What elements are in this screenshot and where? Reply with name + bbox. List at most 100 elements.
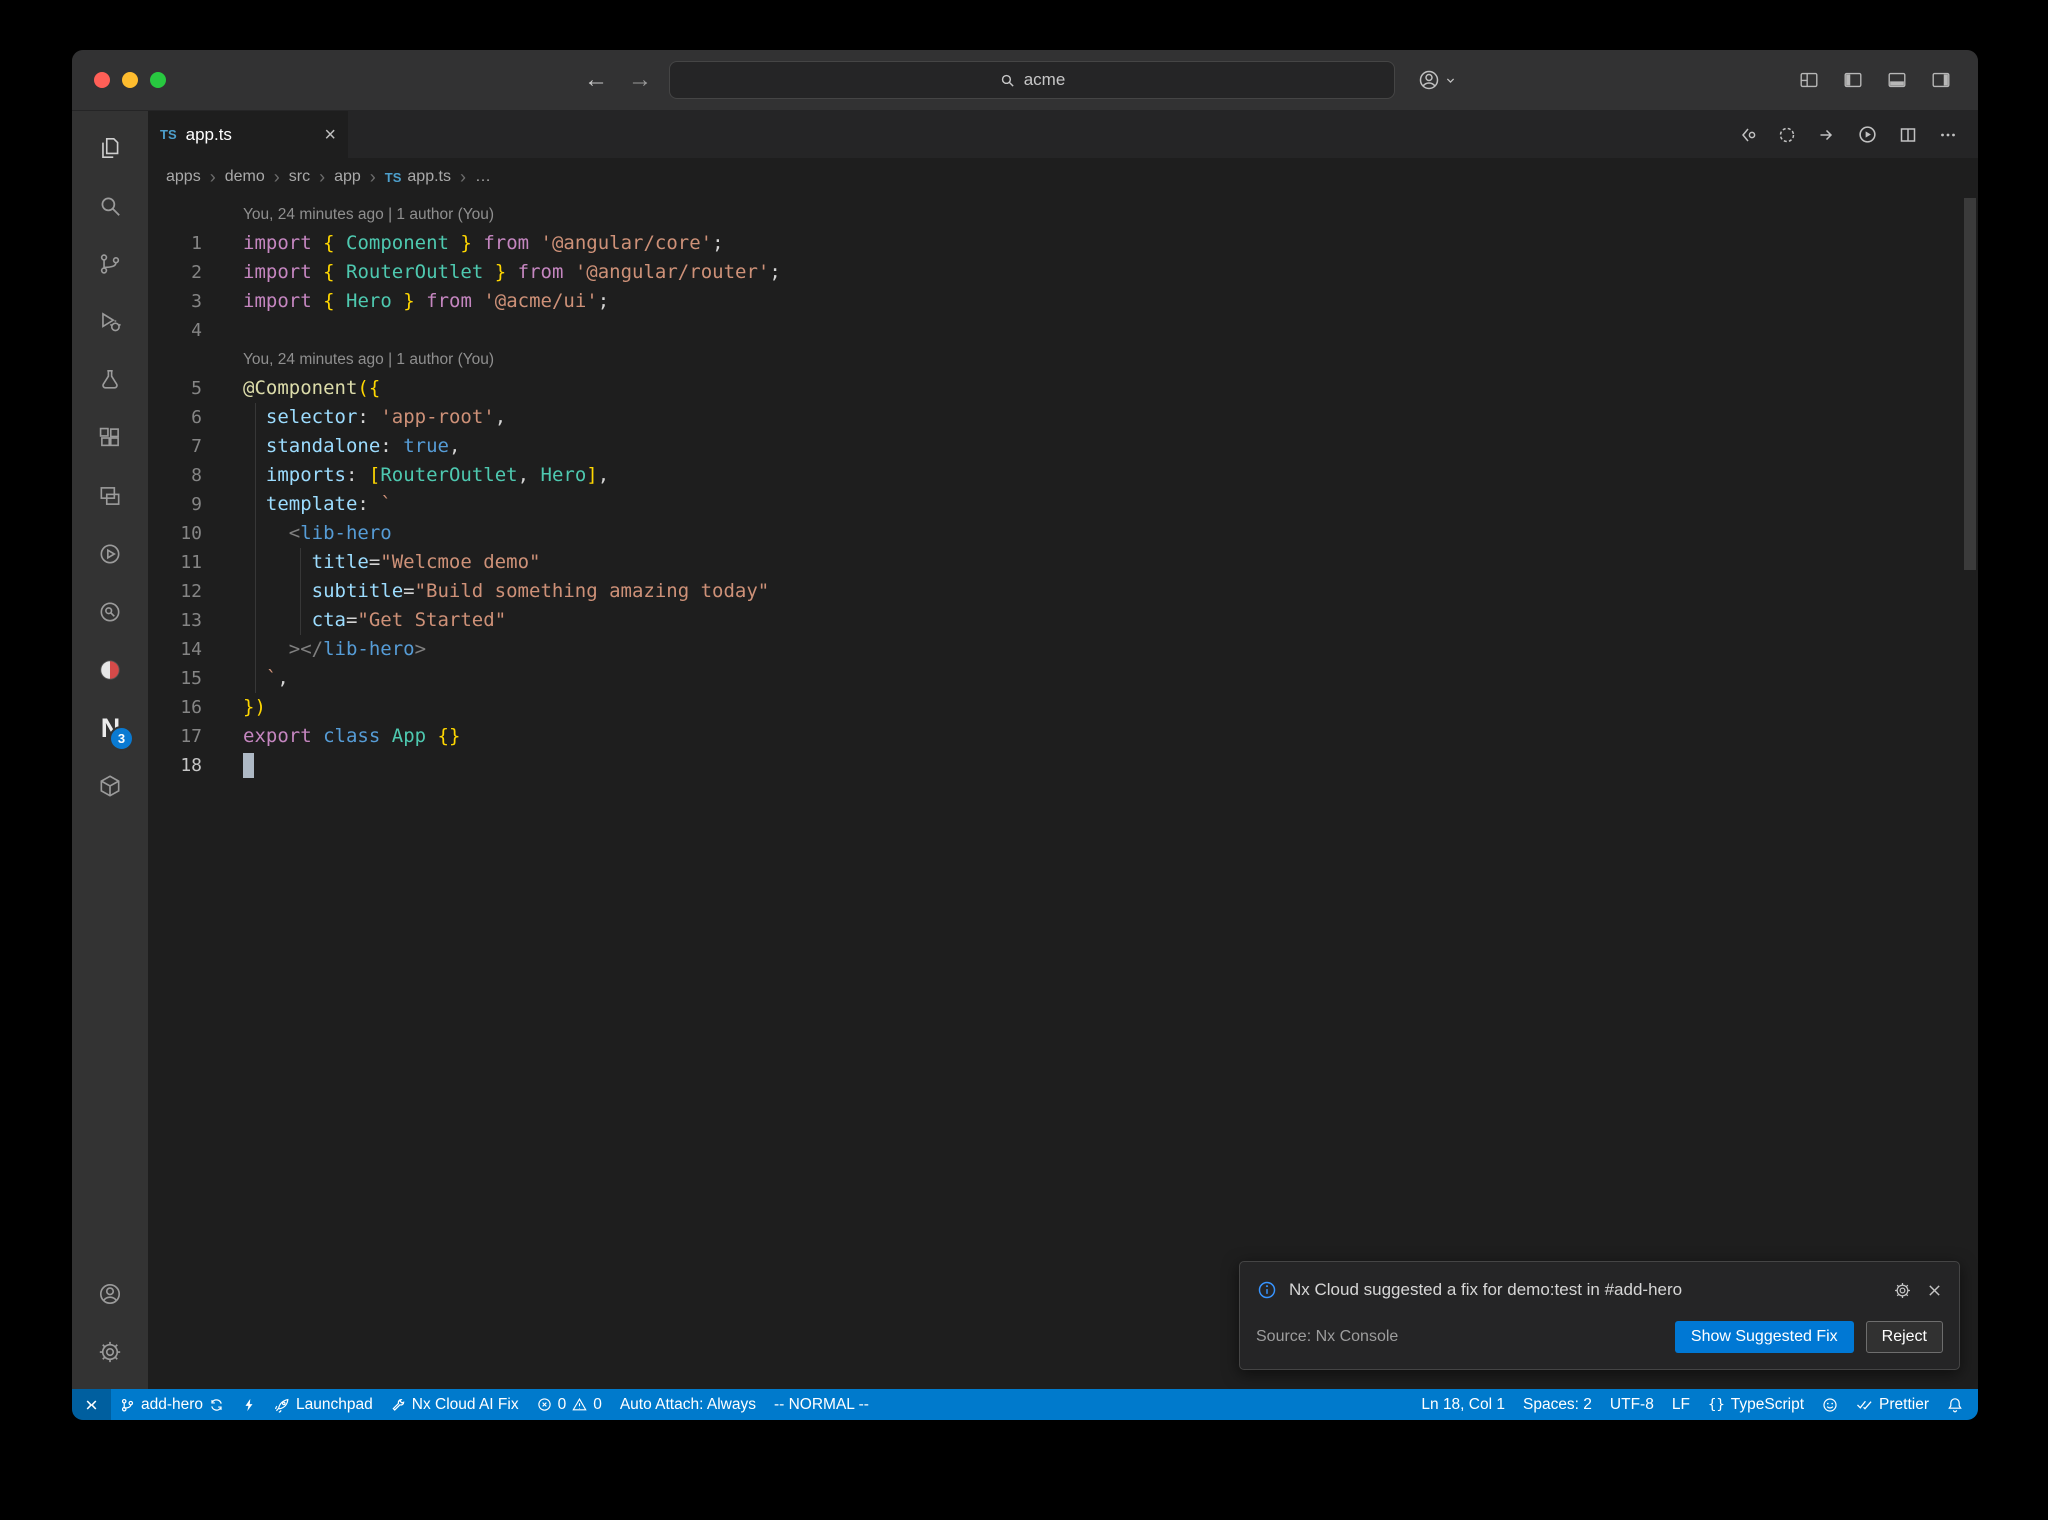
- activitybar-search[interactable]: [72, 177, 148, 235]
- toggle-sidebar-icon[interactable]: [1842, 69, 1864, 91]
- reject-button[interactable]: Reject: [1865, 1321, 1943, 1353]
- open-changes-icon[interactable]: [1737, 125, 1757, 145]
- scrollbar-thumb[interactable]: [1964, 198, 1976, 570]
- activitybar-remote-explorer[interactable]: [72, 467, 148, 525]
- profile-menu[interactable]: [1417, 50, 1456, 110]
- encoding-status[interactable]: UTF-8: [1601, 1389, 1663, 1420]
- activitybar-nx-console-run[interactable]: [72, 525, 148, 583]
- open-preview-icon[interactable]: [1817, 125, 1837, 145]
- nx-cloud-fix-status[interactable]: Nx Cloud AI Fix: [382, 1389, 528, 1420]
- code-line[interactable]: 8 imports: [RouterOutlet, Hero],: [148, 461, 1978, 490]
- breadcrumb-item-symbol[interactable]: …: [475, 168, 491, 186]
- code-line[interactable]: 3 import { Hero } from '@acme/ui';: [148, 287, 1978, 316]
- code-line[interactable]: 9 template: `: [148, 490, 1978, 519]
- cube-icon: [97, 773, 123, 799]
- code-line[interactable]: 4: [148, 316, 1978, 345]
- activitybar-angular-extension[interactable]: [72, 641, 148, 699]
- breadcrumb-item-app[interactable]: app: [334, 168, 361, 186]
- indent-guide: [300, 548, 301, 635]
- activitybar-inspect[interactable]: [72, 583, 148, 641]
- windows-icon: [97, 483, 123, 509]
- cursor-position-status[interactable]: Ln 18, Col 1: [1412, 1389, 1514, 1420]
- activitybar-accounts[interactable]: [72, 1265, 148, 1323]
- more-actions-icon[interactable]: [1938, 125, 1958, 145]
- activitybar-testing[interactable]: [72, 351, 148, 409]
- show-suggested-fix-button[interactable]: Show Suggested Fix: [1674, 1321, 1854, 1353]
- editor[interactable]: You, 24 minutes ago | 1 author (You) 1 imp…: [148, 196, 1978, 1389]
- indentation-status[interactable]: Spaces: 2: [1514, 1389, 1601, 1420]
- eol-status[interactable]: LF: [1663, 1389, 1699, 1420]
- breadcrumb-item-apps[interactable]: apps: [166, 168, 201, 186]
- vim-mode-status[interactable]: -- NORMAL --: [765, 1389, 878, 1420]
- problems-status[interactable]: 0 0: [528, 1389, 611, 1420]
- prettier-status[interactable]: Prettier: [1847, 1389, 1938, 1420]
- activitybar-settings[interactable]: [72, 1323, 148, 1381]
- auto-attach-label: Auto Attach: Always: [619, 1395, 756, 1413]
- split-editor-icon[interactable]: [1898, 125, 1918, 145]
- breadcrumb-item-file[interactable]: TS app.ts: [385, 168, 451, 186]
- zap-status[interactable]: [233, 1389, 265, 1420]
- auto-attach-status[interactable]: Auto Attach: Always: [611, 1389, 765, 1420]
- code-line[interactable]: 16}): [148, 693, 1978, 722]
- line-number: 1: [191, 233, 202, 254]
- notification-settings-gear-icon[interactable]: [1893, 1281, 1912, 1300]
- explorer-icon: [97, 135, 123, 161]
- command-center-search[interactable]: acme: [669, 61, 1395, 99]
- back-button[interactable]: ←: [584, 50, 608, 110]
- debug-icon: [97, 309, 123, 335]
- notification-actions: [1893, 1281, 1943, 1300]
- code-line[interactable]: 17 export class App {}: [148, 722, 1978, 751]
- code-line[interactable]: 5 @Component({: [148, 374, 1978, 403]
- code-line[interactable]: 14 ></lib-hero>: [148, 635, 1978, 664]
- launchpad-status[interactable]: Launchpad: [265, 1389, 382, 1420]
- minimize-window-button[interactable]: [122, 72, 138, 88]
- customize-layout-icon[interactable]: [1798, 69, 1820, 91]
- language-mode-status[interactable]: {} TypeScript: [1699, 1389, 1813, 1420]
- codelens-line[interactable]: You, 24 minutes ago | 1 author (You): [148, 345, 1978, 374]
- close-tab-icon[interactable]: ×: [324, 125, 336, 145]
- timeline-icon[interactable]: [1777, 125, 1797, 145]
- rocket-icon: [274, 1397, 290, 1413]
- code-line[interactable]: 18: [148, 751, 1978, 780]
- codelens-line[interactable]: You, 24 minutes ago | 1 author (You): [148, 200, 1978, 229]
- close-window-button[interactable]: [94, 72, 110, 88]
- notifications-status[interactable]: [1938, 1389, 1972, 1420]
- git-branch-icon: [120, 1397, 135, 1413]
- code-text: @Component({: [243, 377, 381, 399]
- account-icon: [1417, 68, 1441, 92]
- code-text: <lib-hero: [288, 522, 392, 544]
- feedback-status[interactable]: [1813, 1389, 1847, 1420]
- toggle-panel-icon[interactable]: [1886, 69, 1908, 91]
- activitybar-source-control[interactable]: [72, 235, 148, 293]
- activitybar-run-debug[interactable]: [72, 293, 148, 351]
- line-number: 9: [191, 494, 202, 515]
- zap-icon: [242, 1397, 256, 1413]
- error-count: 0: [557, 1395, 567, 1413]
- notification-close-icon[interactable]: [1926, 1282, 1943, 1299]
- breadcrumb-item-src[interactable]: src: [289, 168, 310, 186]
- code-line[interactable]: 11 title="Welcmoe demo": [148, 548, 1978, 577]
- code-text: import { Component } from '@angular/core…: [243, 232, 724, 254]
- code-line[interactable]: 13 cta="Get Started": [148, 606, 1978, 635]
- run-debug-icon[interactable]: [1857, 124, 1878, 145]
- code-line[interactable]: 10 <lib-hero: [148, 519, 1978, 548]
- code-line[interactable]: 15 `,: [148, 664, 1978, 693]
- toggle-secondary-sidebar-icon[interactable]: [1930, 69, 1952, 91]
- forward-button[interactable]: →: [628, 50, 652, 110]
- code-line[interactable]: 7 standalone: true,: [148, 432, 1978, 461]
- remote-indicator[interactable]: [72, 1389, 111, 1420]
- tab-bar: TS app.ts ×: [148, 111, 1978, 158]
- code-line[interactable]: 12 subtitle="Build something amazing tod…: [148, 577, 1978, 606]
- activitybar-extensions[interactable]: [72, 409, 148, 467]
- activitybar-containers[interactable]: [72, 757, 148, 815]
- code-line[interactable]: 6 selector: 'app-root',: [148, 403, 1978, 432]
- code-line[interactable]: 2 import { RouterOutlet } from '@angular/…: [148, 258, 1978, 287]
- code-line[interactable]: 1 import { Component } from '@angular/cor…: [148, 229, 1978, 258]
- zoom-window-button[interactable]: [150, 72, 166, 88]
- activitybar-explorer[interactable]: [72, 119, 148, 177]
- breadcrumb-item-demo[interactable]: demo: [225, 168, 265, 186]
- activitybar-nx[interactable]: N 3: [72, 699, 148, 757]
- tab-app-ts[interactable]: TS app.ts ×: [148, 111, 349, 158]
- branch-status[interactable]: add-hero: [111, 1389, 233, 1420]
- text-cursor: [243, 753, 254, 778]
